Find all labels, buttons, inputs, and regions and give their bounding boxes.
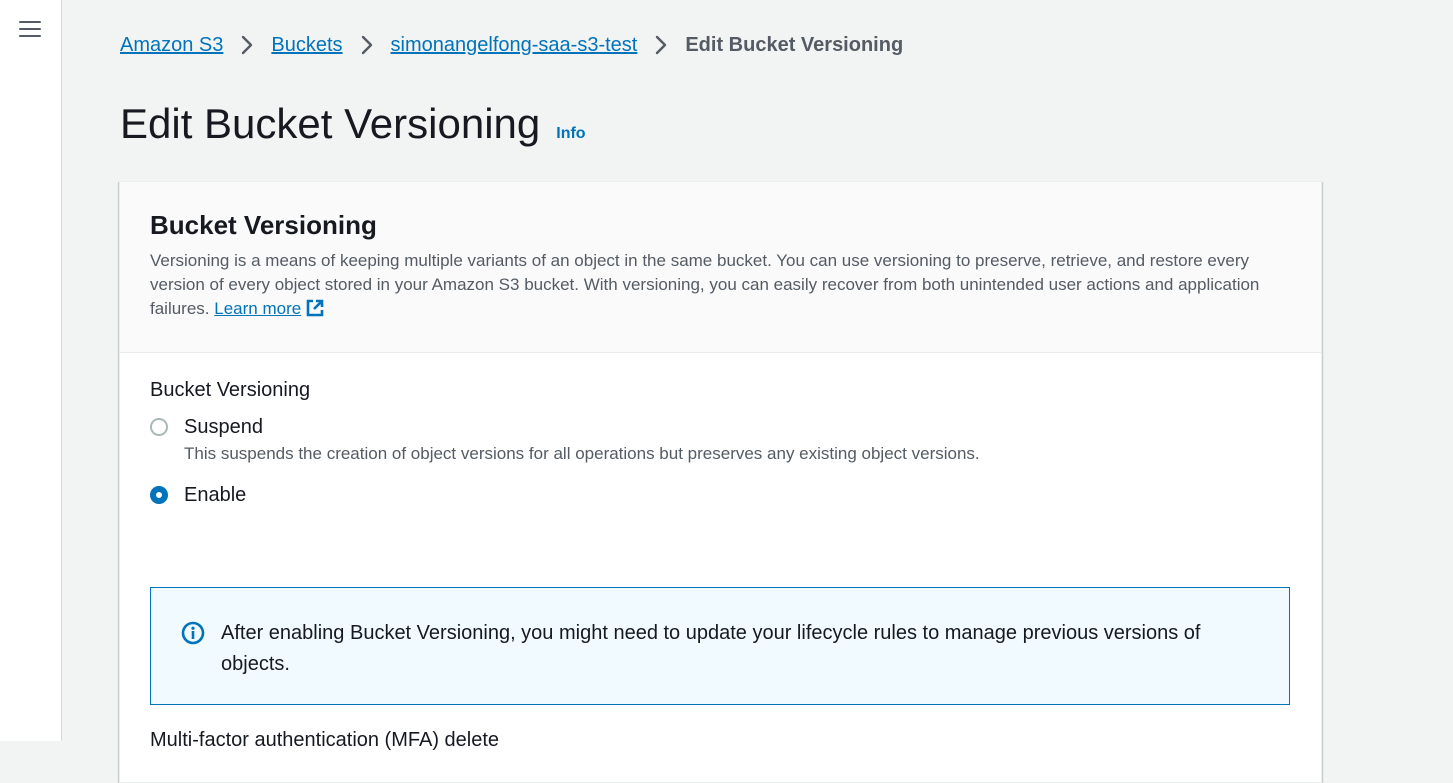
chevron-right-icon [223,35,271,55]
page-title: Edit Bucket Versioning [120,100,541,147]
learn-more-link[interactable]: Learn more [214,299,325,318]
breadcrumb-current: Edit Bucket Versioning [685,33,904,56]
external-link-icon [305,298,325,325]
panel-body: Bucket Versioning Suspend This suspends … [120,353,1321,751]
breadcrumb-item-bucket[interactable]: simonangelfong-saa-s3-test [391,34,638,57]
versioning-field-label: Bucket Versioning [150,379,311,401]
radio-option-suspend[interactable]: Suspend This suspends the creation of ob… [150,414,1291,466]
panel-header: Bucket Versioning Versioning is a means … [120,182,1321,353]
info-alert: After enabling Bucket Versioning, you mi… [150,587,1290,705]
radio-option-enable[interactable]: Enable [150,482,1291,508]
breadcrumb-item-amazon-s3[interactable]: Amazon S3 [120,34,223,57]
suspend-description: This suspends the creation of object ver… [184,444,980,463]
page-header: Edit Bucket Versioning Info [120,100,586,148]
alert-message: After enabling Bucket Versioning, you mi… [221,622,1201,675]
side-navigation [0,0,62,741]
enable-radio[interactable] [150,486,168,504]
section-title: Bucket Versioning [150,210,377,240]
bucket-versioning-panel: Bucket Versioning Versioning is a means … [119,181,1322,783]
learn-more-label: Learn more [214,299,302,318]
section-description: Versioning is a means of keeping multipl… [150,249,1291,325]
enable-label[interactable]: Enable [184,482,246,508]
breadcrumb-item-buckets[interactable]: Buckets [271,34,342,57]
breadcrumb: Amazon S3 Buckets simonangelfong-saa-s3-… [120,32,903,58]
suspend-radio[interactable] [150,418,168,436]
info-link[interactable]: Info [556,125,585,143]
chevron-right-icon [637,35,685,55]
info-icon [181,621,205,645]
menu-icon[interactable] [19,20,41,38]
suspend-label[interactable]: Suspend [184,414,984,440]
chevron-right-icon [343,35,391,55]
